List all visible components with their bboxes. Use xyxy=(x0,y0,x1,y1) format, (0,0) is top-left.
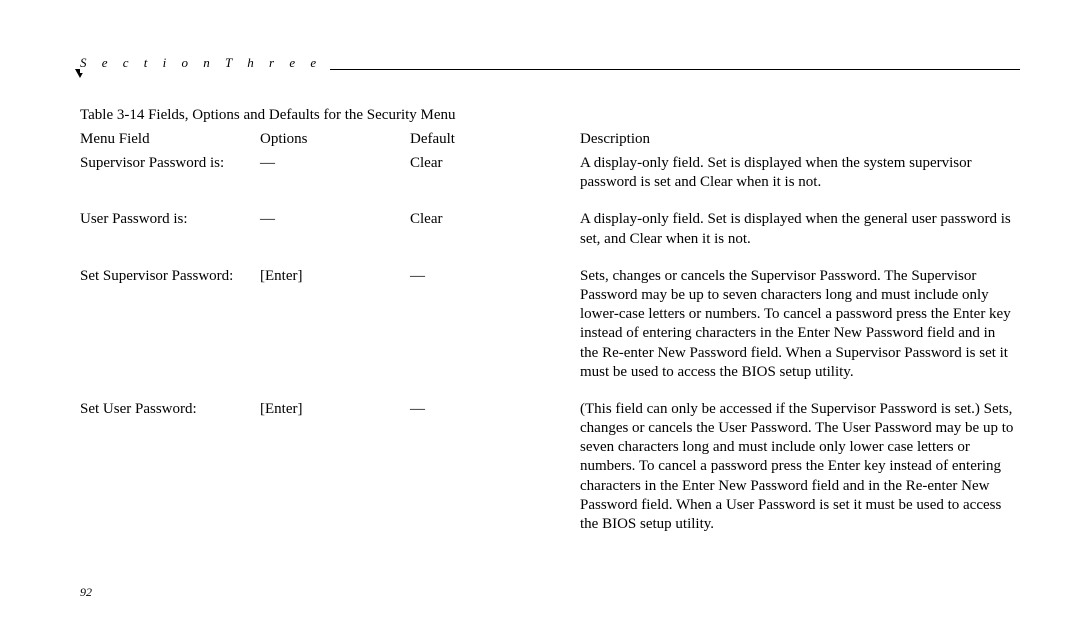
table-header-row: Menu Field Options Default Description xyxy=(80,130,1020,154)
cell-description: A display-only field. Set is displayed w… xyxy=(580,210,1020,266)
cell-default: Clear xyxy=(410,154,580,210)
cell-menu-field: Supervisor Password is: xyxy=(80,154,260,210)
cell-options: [Enter] xyxy=(260,267,410,400)
table-row: Set User Password: [Enter] — (This field… xyxy=(80,400,1020,552)
cell-options: — xyxy=(260,154,410,210)
cell-description: (This field can only be accessed if the … xyxy=(580,400,1020,552)
section-title-wrap: S e c t i o n T h r e e xyxy=(80,55,330,73)
table-row: User Password is: — Clear A display-only… xyxy=(80,210,1020,266)
cell-default: Clear xyxy=(410,210,580,266)
security-menu-table: Menu Field Options Default Description S… xyxy=(80,130,1020,552)
section-header: S e c t i o n T h r e e xyxy=(80,55,1020,73)
cell-menu-field: User Password is: xyxy=(80,210,260,266)
cell-default: — xyxy=(410,267,580,400)
table-row: Set Supervisor Password: [Enter] — Sets,… xyxy=(80,267,1020,400)
section-title: S e c t i o n T h r e e xyxy=(80,55,322,73)
table-caption: Table 3-14 Fields, Options and Defaults … xyxy=(80,107,1020,124)
col-header-default: Default xyxy=(410,130,580,154)
cell-options: — xyxy=(260,210,410,266)
page-content: S e c t i o n T h r e e Table 3-14 Field… xyxy=(80,55,1020,610)
cell-menu-field: Set User Password: xyxy=(80,400,260,552)
page-number: 92 xyxy=(80,585,92,600)
cell-description: A display-only field. Set is displayed w… xyxy=(580,154,1020,210)
table-row: Supervisor Password is: — Clear A displa… xyxy=(80,154,1020,210)
col-header-description: Description xyxy=(580,130,1020,154)
col-header-menu-field: Menu Field xyxy=(80,130,260,154)
cell-options: [Enter] xyxy=(260,400,410,552)
cell-default: — xyxy=(410,400,580,552)
cell-description: Sets, changes or cancels the Supervisor … xyxy=(580,267,1020,400)
cell-menu-field: Set Supervisor Password: xyxy=(80,267,260,400)
col-header-options: Options xyxy=(260,130,410,154)
